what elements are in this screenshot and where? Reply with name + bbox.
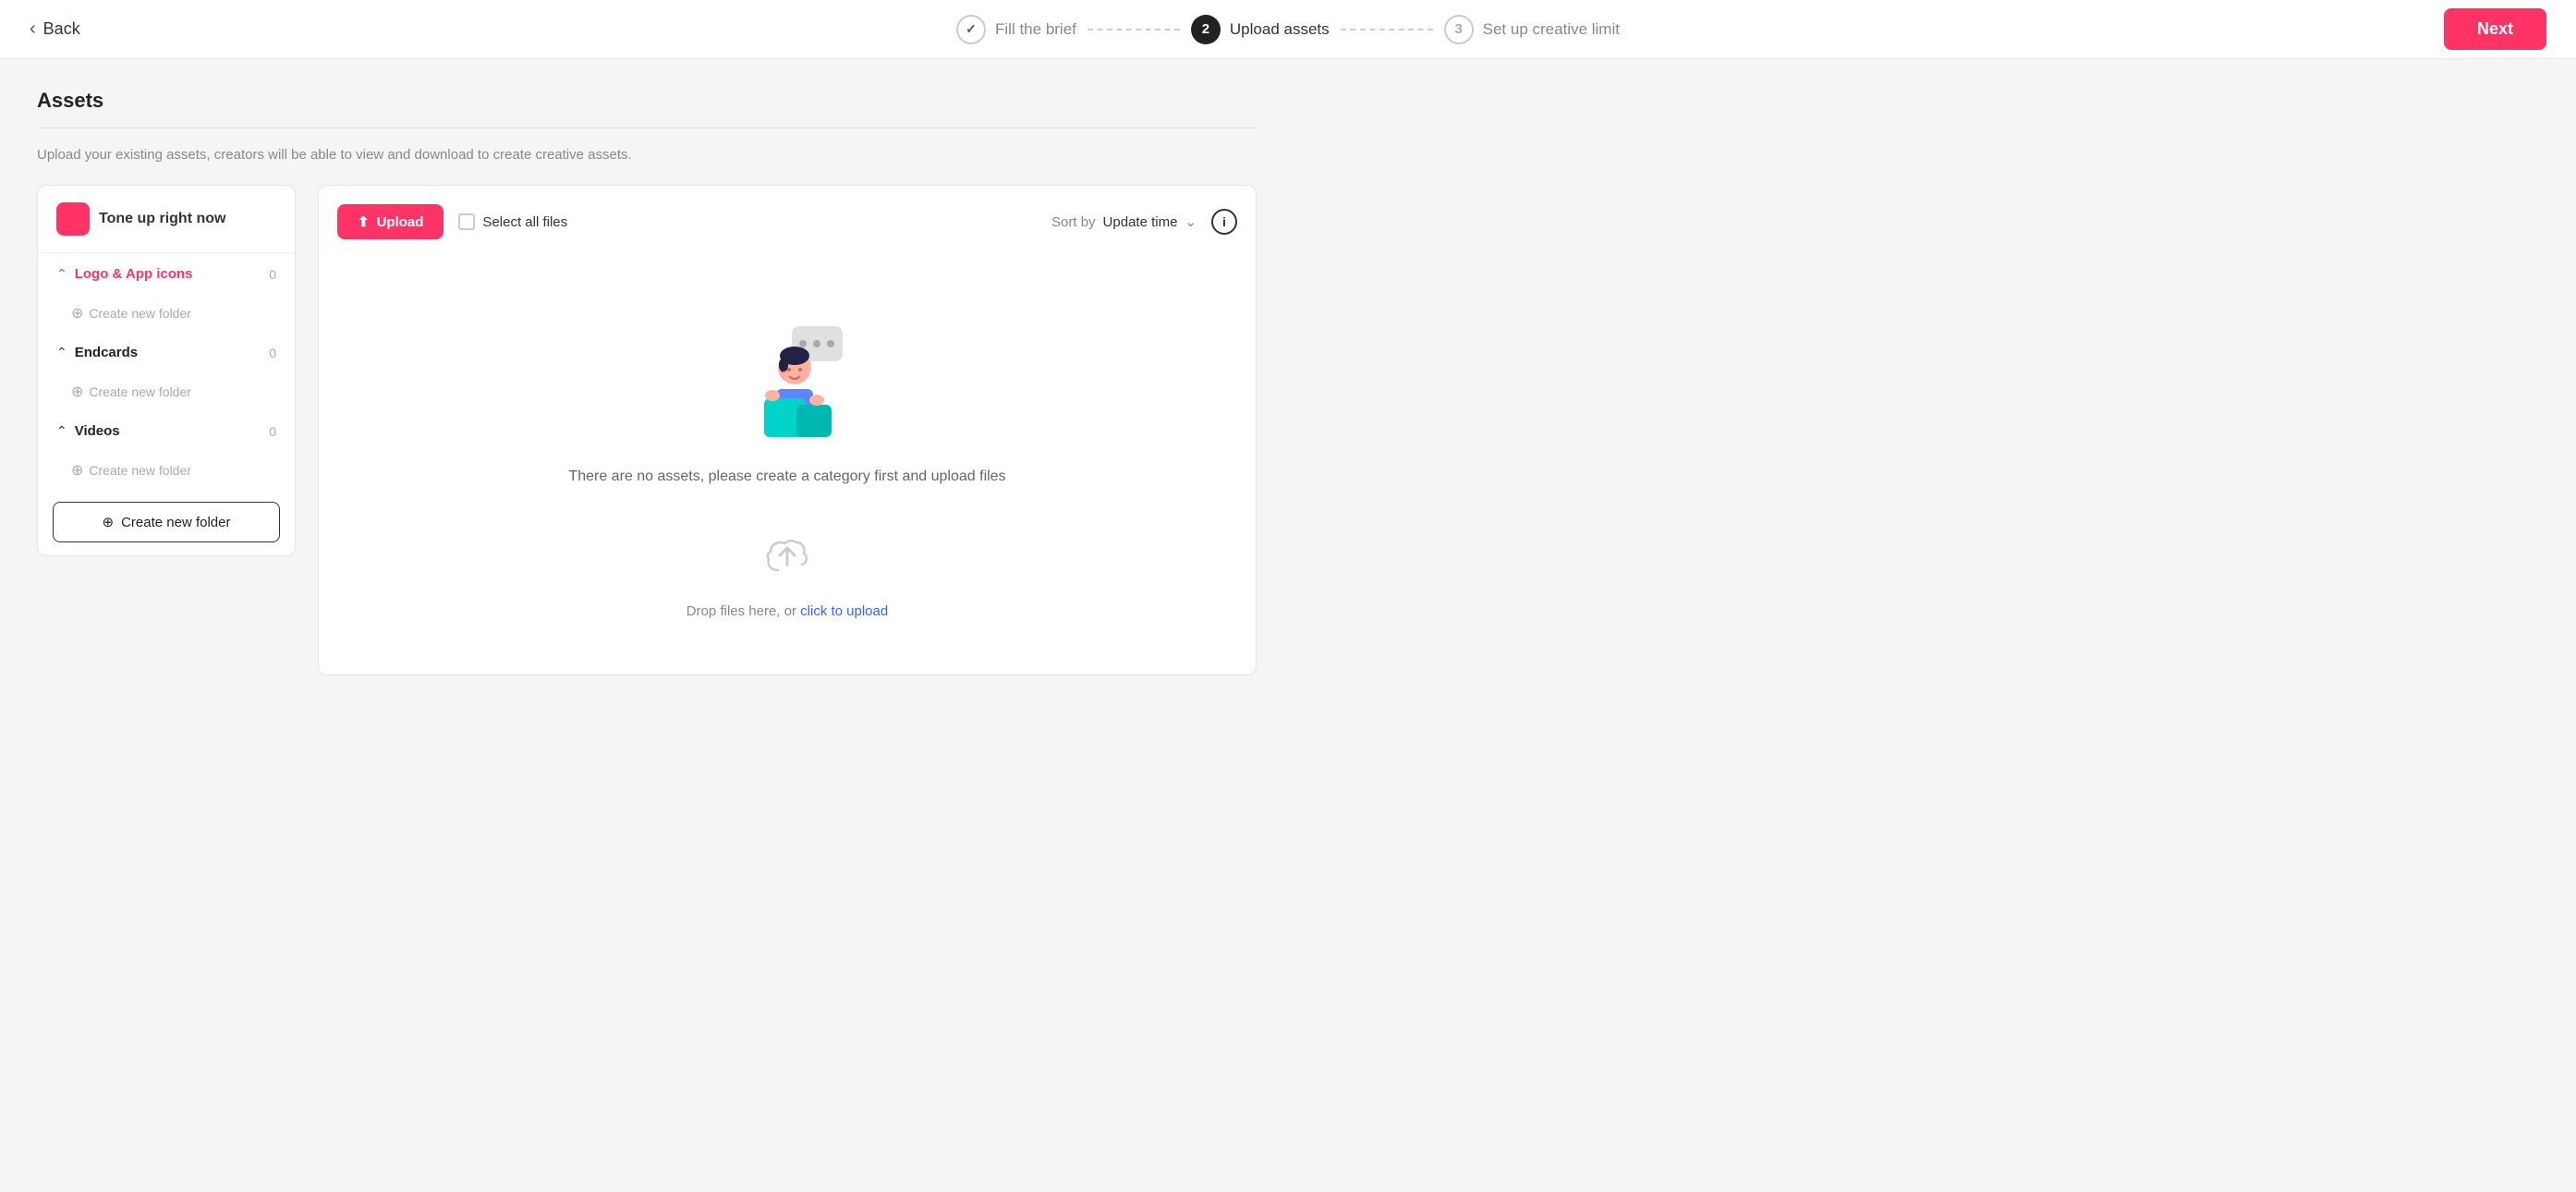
step-1-label: Fill the brief [995, 20, 1076, 39]
category-videos: ⌃ Videos 0 ⊕ Create new folder [38, 410, 295, 489]
next-button[interactable]: Next [2444, 8, 2546, 50]
category-endcards-count: 0 [269, 346, 276, 360]
content-layout: Tone up right now ⌃ Logo & App icons 0 ⊕… [37, 185, 1257, 675]
brand-header: Tone up right now [38, 186, 295, 253]
select-all-checkbox[interactable] [458, 213, 475, 230]
step-3-number: 3 [1454, 21, 1462, 37]
chevron-down-icon: ⌄ [1185, 213, 1197, 230]
step-creative-limit: 3 Set up creative limit [1444, 15, 1620, 44]
plus-circle-videos-icon: ⊕ [71, 461, 83, 480]
drop-text: Drop files here, or click to upload [687, 603, 888, 619]
check-icon: ✓ [966, 21, 977, 37]
category-videos-header[interactable]: ⌃ Videos 0 [38, 410, 295, 452]
header: ‹ Back ✓ Fill the brief 2 Upload assets … [0, 0, 2576, 59]
create-folder-logo[interactable]: ⊕ Create new folder [38, 295, 295, 332]
plus-circle-endcards-icon: ⊕ [71, 383, 83, 401]
category-videos-count: 0 [269, 424, 276, 439]
category-endcards-left: ⌃ Endcards [56, 345, 138, 360]
create-folder-button[interactable]: ⊕ Create new folder [53, 502, 280, 542]
step-2-label: Upload assets [1230, 20, 1330, 39]
right-panel: ⬆ Upload Select all files Sort by Update… [318, 185, 1257, 675]
category-endcards: ⌃ Endcards 0 ⊕ Create new folder [38, 332, 295, 410]
chevron-up-endcards-icon: ⌃ [56, 345, 67, 360]
sidebar: Tone up right now ⌃ Logo & App icons 0 ⊕… [37, 185, 296, 556]
page-subtitle: Upload your existing assets, creators wi… [37, 147, 1257, 163]
empty-message: There are no assets, please create a cat… [568, 468, 1005, 485]
upload-icon: ⬆ [358, 213, 370, 230]
step-1-circle: ✓ [956, 15, 986, 44]
create-folder-logo-label: Create new folder [89, 306, 191, 321]
category-logo-name: Logo & App icons [75, 266, 193, 282]
create-folder-videos[interactable]: ⊕ Create new folder [38, 452, 295, 489]
category-endcards-header[interactable]: ⌃ Endcards 0 [38, 332, 295, 373]
chevron-up-logo-icon: ⌃ [56, 266, 67, 282]
create-folder-endcards-label: Create new folder [89, 384, 191, 399]
category-logo-header[interactable]: ⌃ Logo & App icons 0 [38, 253, 295, 295]
sort-by-value: Update time [1103, 214, 1178, 230]
step-separator-1 [1088, 29, 1180, 30]
category-endcards-name: Endcards [75, 345, 138, 360]
create-folder-videos-label: Create new folder [89, 463, 191, 478]
category-logo-app-icons: ⌃ Logo & App icons 0 ⊕ Create new folder [38, 253, 295, 332]
category-videos-name: Videos [75, 423, 120, 439]
step-3-circle: 3 [1444, 15, 1474, 44]
empty-illustration [713, 317, 861, 446]
create-folder-endcards[interactable]: ⊕ Create new folder [38, 373, 295, 410]
sort-by-prefix: Sort by [1051, 214, 1096, 230]
create-folder-btn-label: Create new folder [121, 515, 230, 530]
step-2-circle: 2 [1191, 15, 1221, 44]
step-2-number: 2 [1202, 21, 1209, 37]
category-logo-left: ⌃ Logo & App icons [56, 266, 193, 282]
chevron-left-icon: ‹ [30, 18, 36, 40]
back-label: Back [43, 19, 80, 39]
step-3-label: Set up creative limit [1483, 20, 1620, 39]
info-icon[interactable]: i [1211, 209, 1237, 235]
category-videos-left: ⌃ Videos [56, 423, 120, 439]
upload-label: Upload [377, 214, 424, 230]
click-to-upload-link[interactable]: click to upload [800, 603, 888, 619]
main-content: Assets Upload your existing assets, crea… [0, 59, 1294, 705]
back-button[interactable]: ‹ Back [30, 18, 80, 40]
empty-state: There are no assets, please create a cat… [337, 262, 1237, 656]
steps-nav: ✓ Fill the brief 2 Upload assets 3 Set u… [956, 15, 1620, 44]
sort-by-dropdown[interactable]: Sort by Update time ⌄ [1051, 213, 1197, 230]
drop-area[interactable]: Drop files here, or click to upload [687, 529, 888, 619]
plus-circle-main-icon: ⊕ [103, 514, 115, 530]
step-fill-brief: ✓ Fill the brief [956, 15, 1076, 44]
select-all-label[interactable]: Select all files [458, 213, 567, 230]
illustration-svg [713, 317, 861, 446]
chevron-up-videos-icon: ⌃ [56, 423, 67, 439]
drop-text-before: Drop files here, or [687, 603, 800, 619]
cloud-upload-icon [761, 529, 813, 592]
brand-name: Tone up right now [99, 211, 225, 227]
plus-circle-logo-icon: ⊕ [71, 304, 83, 322]
upload-button[interactable]: ⬆ Upload [337, 204, 444, 239]
category-logo-count: 0 [269, 267, 276, 282]
step-separator-2 [1341, 29, 1433, 30]
brand-icon [56, 202, 90, 236]
panel-toolbar: ⬆ Upload Select all files Sort by Update… [337, 204, 1237, 239]
select-all-text: Select all files [482, 214, 567, 230]
flame-icon [63, 209, 83, 229]
step-upload-assets: 2 Upload assets [1191, 15, 1330, 44]
page-title: Assets [37, 89, 1257, 113]
